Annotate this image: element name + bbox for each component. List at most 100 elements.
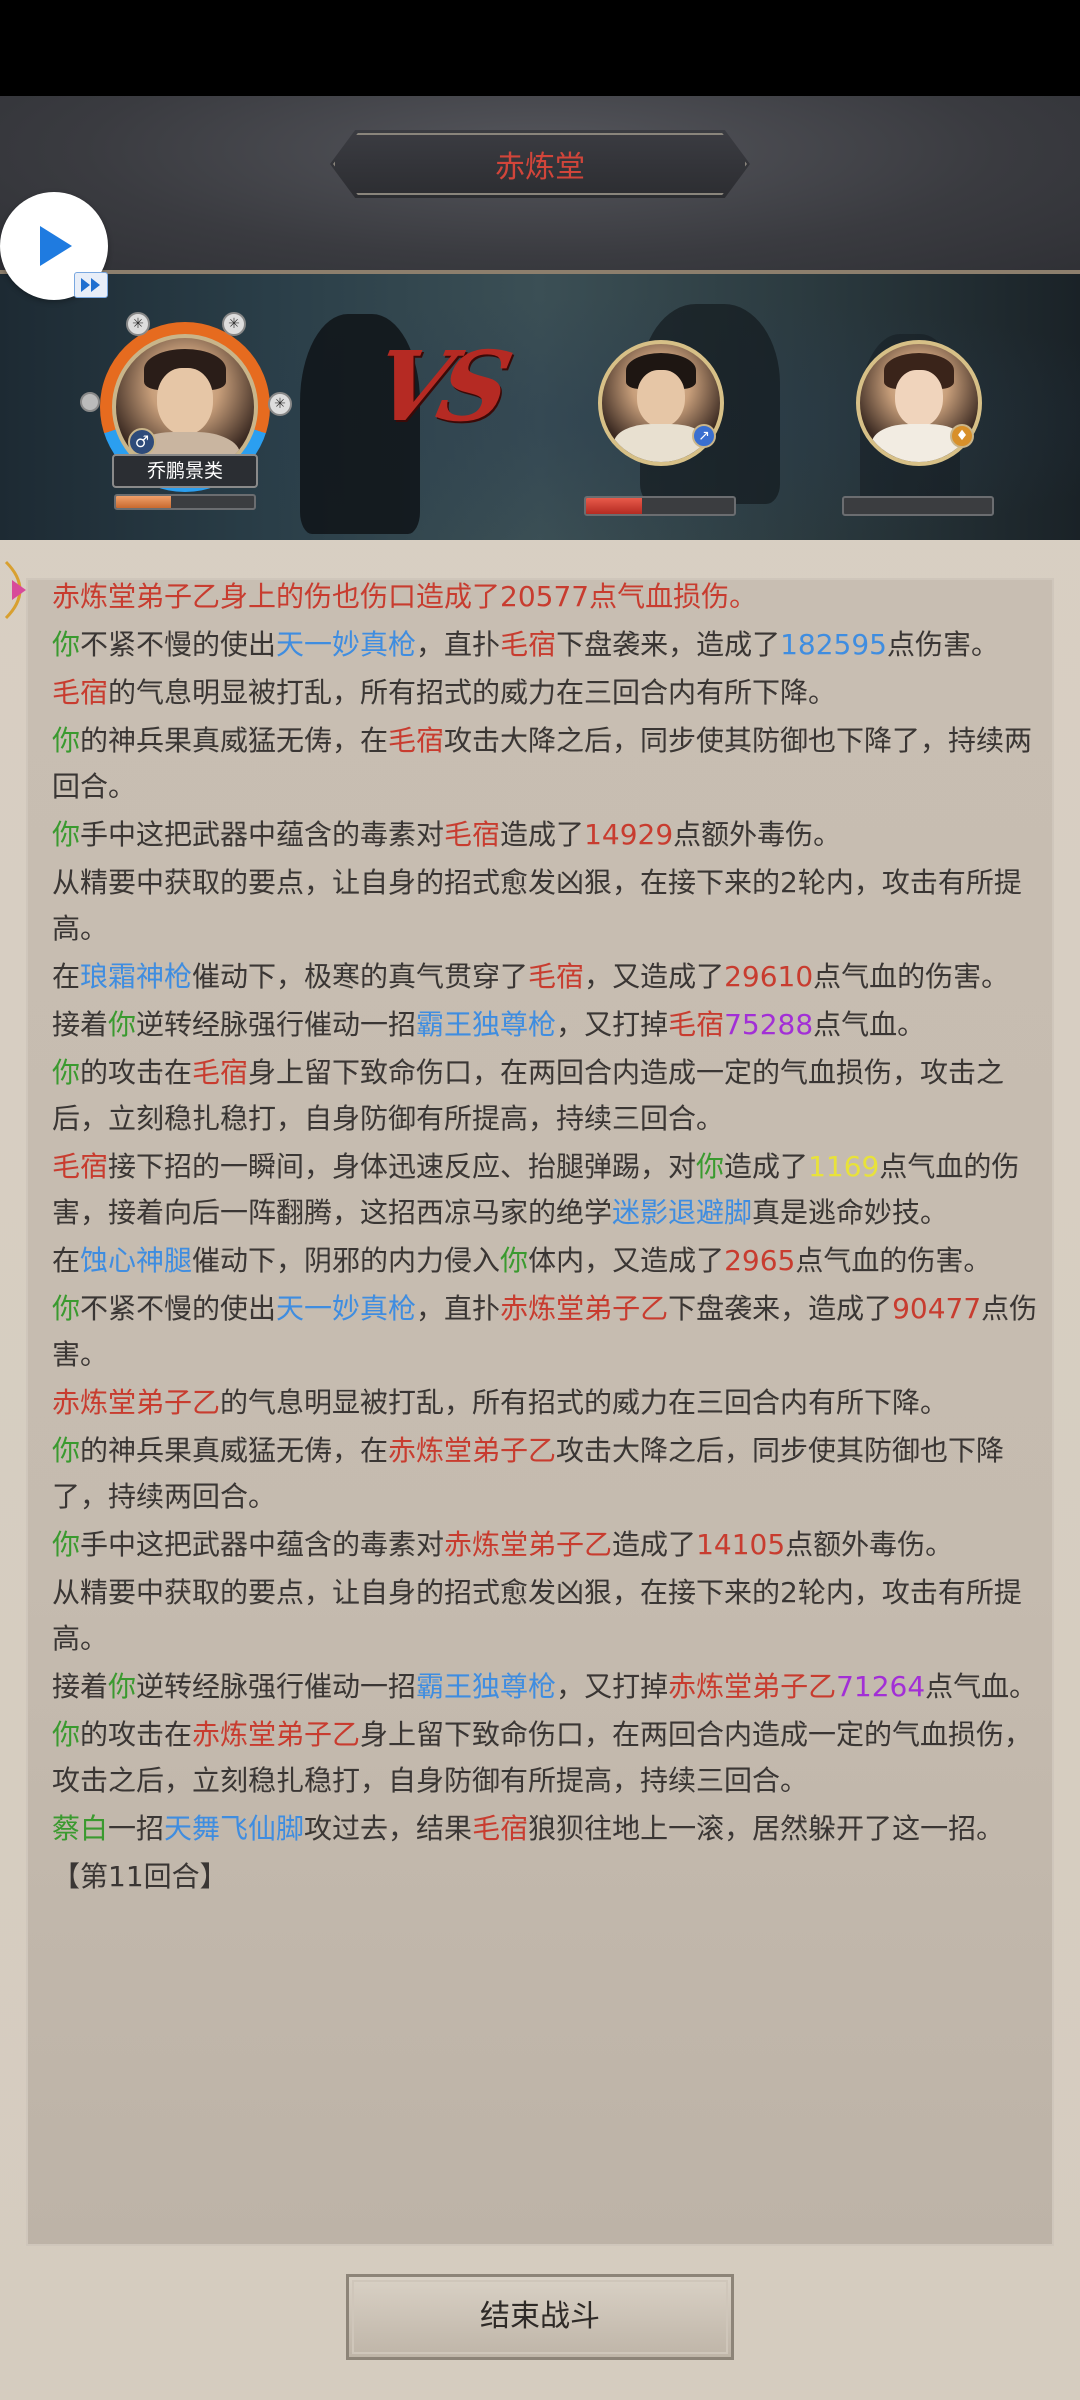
log-text: 催动下，阴邪的内力侵入 bbox=[192, 1244, 501, 1277]
log-entry: 接着你逆转经脉强行催动一招霸王独尊枪，又打掉赤炼堂弟子乙71264点气血。 bbox=[52, 1664, 1042, 1710]
log-text: 2965 bbox=[724, 1244, 796, 1277]
log-text: 在 bbox=[52, 960, 81, 993]
log-text: 14105 bbox=[696, 1528, 786, 1561]
title-plate: 赤炼堂 bbox=[330, 130, 750, 198]
log-text: 你 bbox=[52, 1528, 81, 1561]
log-text: 霸王独尊枪 bbox=[416, 1670, 557, 1703]
log-text: 狼狈往地上一滚，居然躲开了这一招。 bbox=[528, 1812, 1005, 1845]
log-entry: 你的神兵果真威猛无俦，在毛宿攻击大降之后，同步使其防御也下降了，持续两回合。 bbox=[52, 718, 1042, 810]
log-text: 赤炼堂弟子乙 bbox=[500, 1292, 669, 1325]
page-title: 赤炼堂 bbox=[495, 150, 585, 185]
log-text: 迷影退避脚 bbox=[612, 1196, 753, 1229]
log-text: 你 bbox=[500, 1244, 529, 1277]
buff-icon: ✳ bbox=[222, 312, 246, 336]
log-text: 下盘袭来，造成了 bbox=[556, 628, 781, 661]
status-badge-icon: ♦ bbox=[950, 424, 974, 448]
log-text: ，又打掉 bbox=[556, 1670, 669, 1703]
log-text: 造成了 bbox=[500, 818, 585, 851]
status-bar bbox=[0, 0, 1080, 96]
male-gender-icon: ♂ bbox=[128, 428, 156, 456]
log-text: 手中这把武器中蕴含的毒素对 bbox=[80, 818, 445, 851]
log-text: 琅霜神枪 bbox=[80, 960, 193, 993]
log-text: 赤炼堂弟子乙 bbox=[444, 1528, 613, 1561]
battle-log[interactable]: 赤炼堂弟子乙身上的伤也伤口造成了20577点气血损伤。 你不紧不慢的使出天一妙真枪… bbox=[26, 578, 1054, 2246]
log-text: 毛宿 bbox=[52, 1150, 109, 1183]
log-text: 你 bbox=[52, 818, 81, 851]
log-text: 造成了 bbox=[724, 1150, 809, 1183]
log-text: 从精要中获取的要点，让自身的招式愈发凶狠，在接下来的2轮内，攻击有所提高。 bbox=[52, 866, 1022, 945]
log-entry: 你不紧不慢的使出天一妙真枪，直扑毛宿下盘袭来，造成了182595点伤害。 bbox=[52, 622, 1042, 668]
log-text: 赤炼堂弟子乙身上的伤也伤口造成了20577点气血损伤。 bbox=[52, 580, 758, 613]
log-text: 天一妙真枪 bbox=[276, 1292, 417, 1325]
buff-icon: ✳ bbox=[126, 312, 150, 336]
log-text: 75288 bbox=[724, 1008, 814, 1041]
log-text: 蔡白 bbox=[52, 1812, 109, 1845]
log-text: 接着 bbox=[52, 1008, 109, 1041]
log-text: 你 bbox=[52, 1056, 81, 1089]
log-text: 接着 bbox=[52, 1670, 109, 1703]
log-text: 点伤害。 bbox=[886, 628, 999, 661]
player-name: 乔鹏景类 bbox=[112, 454, 258, 488]
log-entry: 从精要中获取的要点，让自身的招式愈发凶狠，在接下来的2轮内，攻击有所提高。 bbox=[52, 860, 1042, 952]
battle-log-content: 赤炼堂弟子乙身上的伤也伤口造成了20577点气血损伤。 你不紧不慢的使出天一妙真枪… bbox=[52, 580, 1042, 1902]
log-entry: 你不紧不慢的使出天一妙真枪，直扑赤炼堂弟子乙下盘袭来，造成了90477点伤害。 bbox=[52, 1286, 1042, 1378]
log-entry: 你的攻击在毛宿身上留下致命伤口，在两回合内造成一定的气血损伤，攻击之后，立刻稳扎… bbox=[52, 1050, 1042, 1142]
log-entry: 从精要中获取的要点，让自身的招式愈发凶狠，在接下来的2轮内，攻击有所提高。 bbox=[52, 1570, 1042, 1662]
log-text: 毛宿 bbox=[52, 676, 109, 709]
log-text: 毛宿 bbox=[444, 818, 501, 851]
log-text: 天舞飞仙脚 bbox=[164, 1812, 305, 1845]
log-text: 赤炼堂弟子乙 bbox=[52, 1386, 221, 1419]
fast-forward-icon[interactable] bbox=[74, 272, 108, 298]
log-text: 不紧不慢的使出 bbox=[80, 1292, 277, 1325]
log-text: 从精要中获取的要点，让自身的招式愈发凶狠，在接下来的2轮内，攻击有所提高。 bbox=[52, 1576, 1022, 1655]
log-entry: 在蚀心神腿催动下，阴邪的内力侵入你体内，又造成了2965点气血的伤害。 bbox=[52, 1238, 1042, 1284]
log-text: 毛宿 bbox=[388, 724, 445, 757]
log-text: 毛宿 bbox=[668, 1008, 725, 1041]
log-text: 的神兵果真威猛无俦，在 bbox=[80, 1434, 389, 1467]
log-text: 接下招的一瞬间，身体迅速反应、抬腿弹踢，对 bbox=[108, 1150, 697, 1183]
log-text: ，直扑 bbox=[416, 1292, 501, 1325]
log-entry: 你的攻击在赤炼堂弟子乙身上留下致命伤口，在两回合内造成一定的气血损伤，攻击之后，… bbox=[52, 1712, 1042, 1804]
log-text: 下盘袭来，造成了 bbox=[668, 1292, 893, 1325]
log-text: ，又打掉 bbox=[556, 1008, 669, 1041]
log-entry: 蔡白一招天舞飞仙脚攻过去，结果毛宿狼狈往地上一滚，居然躲开了这一招。 bbox=[52, 1806, 1042, 1852]
vs-emblem: VS bbox=[363, 330, 512, 443]
log-text: 毛宿 bbox=[472, 1812, 529, 1845]
log-text: 的攻击在 bbox=[80, 1056, 193, 1089]
log-text: ，又造成了 bbox=[584, 960, 725, 993]
log-text: 攻过去，结果 bbox=[304, 1812, 473, 1845]
enemy-hp-bar-disciple bbox=[842, 496, 994, 516]
weapon-badge-icon: ↗ bbox=[692, 424, 716, 448]
end-battle-button[interactable]: 结束战斗 bbox=[346, 2274, 734, 2360]
log-text: 造成了 bbox=[612, 1528, 697, 1561]
log-text: 真是逃命妙技。 bbox=[752, 1196, 949, 1229]
log-entry: 在琅霜神枪催动下，极寒的真气贯穿了毛宿，又造成了29610点气血的伤害。 bbox=[52, 954, 1042, 1000]
log-entry: 【第11回合】 bbox=[52, 1854, 1042, 1900]
log-text: 不紧不慢的使出 bbox=[80, 628, 277, 661]
enemy-hp-bar-maosu bbox=[584, 496, 736, 516]
log-text: 赤炼堂弟子乙 bbox=[192, 1718, 361, 1751]
log-entry: 接着你逆转经脉强行催动一招霸王独尊枪，又打掉毛宿75288点气血。 bbox=[52, 1002, 1042, 1048]
log-text: 的气息明显被打乱，所有招式的威力在三回合内有所下降。 bbox=[220, 1386, 949, 1419]
log-entry: 你手中这把武器中蕴含的毒素对赤炼堂弟子乙造成了14105点额外毒伤。 bbox=[52, 1522, 1042, 1568]
log-text: 71264 bbox=[836, 1670, 926, 1703]
log-text: 毛宿 bbox=[528, 960, 585, 993]
log-text: 体内，又造成了 bbox=[528, 1244, 725, 1277]
log-entry: 你手中这把武器中蕴含的毒素对毛宿造成了14929点额外毒伤。 bbox=[52, 812, 1042, 858]
log-text: 在 bbox=[52, 1244, 81, 1277]
log-text: 手中这把武器中蕴含的毒素对 bbox=[80, 1528, 445, 1561]
play-icon bbox=[40, 226, 72, 266]
log-text: 天一妙真枪 bbox=[276, 628, 417, 661]
slot-dot-icon bbox=[80, 392, 100, 412]
log-text: 29610 bbox=[724, 960, 814, 993]
log-text: 逆转经脉强行催动一招 bbox=[136, 1670, 417, 1703]
log-text: 1169 bbox=[808, 1150, 880, 1183]
log-text: 点气血。 bbox=[925, 1670, 1038, 1703]
log-entry: 你的神兵果真威猛无俦，在赤炼堂弟子乙攻击大降之后，同步使其防御也下降了，持续两回… bbox=[52, 1428, 1042, 1520]
log-text: 你 bbox=[52, 724, 81, 757]
log-text: 的神兵果真威猛无俦，在 bbox=[80, 724, 389, 757]
log-text: 点气血的伤害。 bbox=[795, 1244, 992, 1277]
log-text: 催动下，极寒的真气贯穿了 bbox=[192, 960, 529, 993]
log-text: 的攻击在 bbox=[80, 1718, 193, 1751]
log-entry: 毛宿接下招的一瞬间，身体迅速反应、抬腿弹踢，对你造成了1169点气血的伤害，接着… bbox=[52, 1144, 1042, 1236]
